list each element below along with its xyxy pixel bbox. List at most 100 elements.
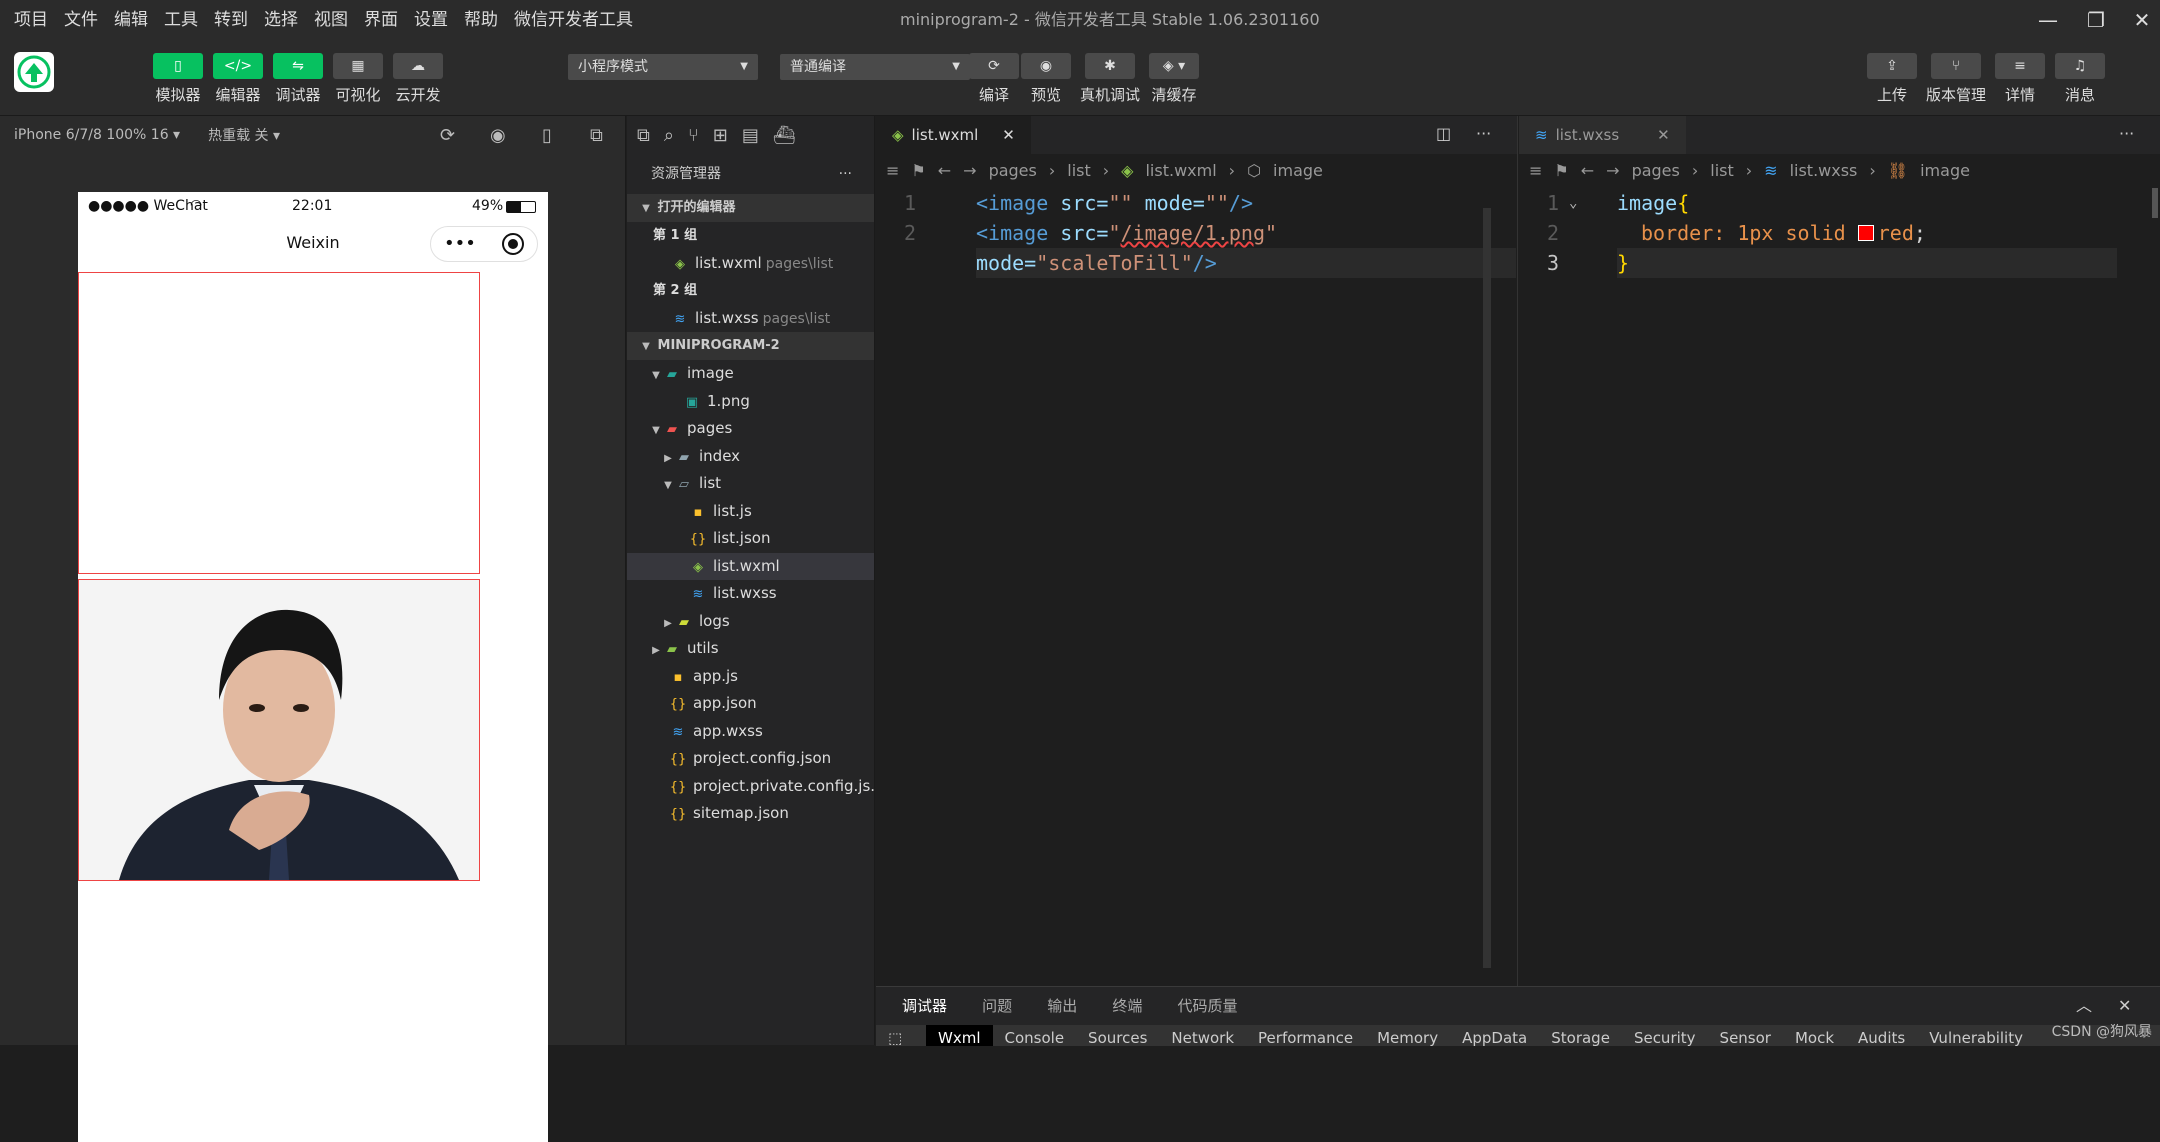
details-button[interactable]: ≡ 详情 (1994, 53, 2046, 109)
docker-icon[interactable]: ⛴ (773, 125, 796, 146)
clear-cache-button[interactable]: ◈ ▾ 清缓存 (1148, 53, 1200, 109)
crumb-pages[interactable]: pages (1632, 154, 1680, 188)
panel-tab-problems[interactable]: 问题 (982, 987, 1012, 1025)
devtab-console[interactable]: Console (993, 1025, 1077, 1046)
devtab-audits[interactable]: Audits (1846, 1025, 1917, 1046)
mode-select[interactable]: 小程序模式 ▼ (568, 54, 758, 80)
more-icon[interactable]: ··· (2119, 124, 2134, 143)
forward-icon[interactable]: → (1606, 154, 1619, 188)
scrollbar[interactable] (2152, 188, 2158, 218)
upload-button[interactable]: ⇪ 上传 (1866, 53, 1918, 109)
devtab-storage[interactable]: Storage (1539, 1025, 1622, 1046)
record-icon[interactable]: ◉ (490, 125, 506, 146)
phone-icon[interactable]: ▯ (542, 125, 552, 146)
simulator-button[interactable]: ▯ 模拟器 (152, 53, 204, 109)
crumb-file[interactable]: list.wxml (1145, 154, 1216, 188)
menu-goto[interactable]: 转到 (206, 0, 256, 40)
tree-item-app-json[interactable]: {} app.json (627, 690, 874, 718)
tree-item-list-json[interactable]: {} list.json (627, 525, 874, 553)
back-icon[interactable]: ← (938, 154, 951, 188)
real-device-debug-button[interactable]: ✱ 真机调试 (1080, 53, 1140, 109)
close-capsule-icon[interactable] (501, 233, 524, 255)
list-icon[interactable]: ≡ (1529, 154, 1542, 188)
tab-list-wxss[interactable]: ≋ list.wxss ✕ (1519, 116, 1686, 154)
cloud-button[interactable]: ☁ 云开发 (392, 53, 444, 109)
tree-item-list-js[interactable]: ▪ list.js (627, 498, 874, 526)
inspect-icon[interactable]: ⬚ (876, 1025, 926, 1046)
more-actions-icon[interactable]: ··· (839, 154, 852, 194)
project-section[interactable]: ▼ MINIPROGRAM-2 (627, 332, 874, 360)
devtab-sources[interactable]: Sources (1076, 1025, 1159, 1046)
code-area[interactable]: 1 ⌄ 2 3 image{ border: 1px solid red; } (1519, 188, 2160, 986)
tree-item-pages[interactable]: ▼ ▰ pages (627, 415, 874, 443)
avatar[interactable] (14, 52, 54, 92)
close-window-icon[interactable]: ✕ (2112, 0, 2160, 40)
close-icon[interactable]: ✕ (1002, 116, 1015, 154)
split-editor-icon[interactable]: ◫ (1436, 124, 1451, 143)
forward-icon[interactable]: → (963, 154, 976, 188)
tree-item-sitemap[interactable]: {} sitemap.json (627, 800, 874, 828)
close-icon[interactable]: ✕ (1657, 116, 1670, 154)
tree-item-app-js[interactable]: ▪ app.js (627, 663, 874, 691)
devtab-vulnerability[interactable]: Vulnerability (1917, 1025, 2035, 1046)
devtab-wxml[interactable]: Wxml (926, 1025, 993, 1046)
scrollbar[interactable] (1483, 208, 1491, 968)
menu-help[interactable]: 帮助 (456, 0, 506, 40)
menu-select[interactable]: 选择 (256, 0, 306, 40)
open-editors-section[interactable]: ▼ 打开的编辑器 (627, 194, 874, 222)
tree-item-1png[interactable]: ▣ 1.png (627, 388, 874, 416)
search-icon[interactable]: ⌕ (664, 125, 674, 146)
back-icon[interactable]: ← (1581, 154, 1594, 188)
tree-item-list-wxss[interactable]: ≋ list.wxss (627, 580, 874, 608)
tree-item-image[interactable]: ▼ ▰ image (627, 360, 874, 388)
tab-list-wxml[interactable]: ◈ list.wxml ✕ (876, 116, 1031, 154)
menu-view[interactable]: 视图 (306, 0, 356, 40)
devtab-memory[interactable]: Memory (1365, 1025, 1450, 1046)
tree-item-app-wxss[interactable]: ≋ app.wxss (627, 718, 874, 746)
open-editor-list-wxss[interactable]: ≋ list.wxss pages\list (627, 305, 874, 333)
crumb-symbol[interactable]: image (1920, 154, 1970, 188)
crumb-file[interactable]: list.wxss (1790, 154, 1858, 188)
storage-icon[interactable]: ▤ (742, 125, 759, 146)
tree-item-list[interactable]: ▼ ▱ list (627, 470, 874, 498)
menu-file[interactable]: 文件 (56, 0, 106, 40)
panel-tab-terminal[interactable]: 终端 (1112, 987, 1142, 1025)
chevron-up-icon[interactable]: ︿ (2076, 987, 2092, 1025)
compile-select[interactable]: 普通编译 ▼ (780, 54, 970, 80)
tree-item-logs[interactable]: ▶ ▰ logs (627, 608, 874, 636)
devtab-sensor[interactable]: Sensor (1708, 1025, 1783, 1046)
open-editor-list-wxml[interactable]: ◈ list.wxml pages\list (627, 250, 874, 278)
crumb-symbol[interactable]: image (1273, 154, 1323, 188)
color-swatch[interactable] (1857, 225, 1874, 241)
tree-item-utils[interactable]: ▶ ▰ utils (627, 635, 874, 663)
list-icon[interactable]: ≡ (886, 154, 899, 188)
visual-button[interactable]: ▦ 可视化 (332, 53, 384, 109)
panel-tab-code-quality[interactable]: 代码质量 (1177, 987, 1237, 1025)
extensions-icon[interactable]: ⊞ (713, 125, 728, 146)
editor-button[interactable]: </> 编辑器 (212, 53, 264, 109)
capsule-menu[interactable]: ••• (430, 226, 538, 262)
bookmark-icon[interactable]: ⚑ (911, 154, 925, 188)
crumb-pages[interactable]: pages (989, 154, 1037, 188)
menu-devtools[interactable]: 微信开发者工具 (506, 0, 641, 40)
rotate-icon[interactable]: ⟳ (440, 125, 455, 146)
menu-interface[interactable]: 界面 (356, 0, 406, 40)
debugger-button[interactable]: ⇋ 调试器 (272, 53, 324, 109)
code-area[interactable]: 1 2 <image src="" mode=""/> <image src="… (876, 188, 1517, 986)
menu-edit[interactable]: 编辑 (106, 0, 156, 40)
hot-reload-toggle[interactable]: 热重载 关 ▾ (208, 125, 280, 145)
device-select[interactable]: iPhone 6/7/8 100% 16 ▾ (14, 127, 180, 143)
tree-item-project-config[interactable]: {} project.config.json (627, 745, 874, 773)
bookmark-icon[interactable]: ⚑ (1554, 154, 1568, 188)
tree-item-index[interactable]: ▶ ▰ index (627, 443, 874, 471)
crumb-list[interactable]: list (1710, 154, 1734, 188)
popout-icon[interactable]: ⧉ (590, 125, 603, 146)
files-icon[interactable]: ⧉ (637, 125, 650, 146)
more-icon[interactable]: ··· (1476, 124, 1491, 143)
devtab-network[interactable]: Network (1159, 1025, 1246, 1046)
source-control-icon[interactable]: ⑂ (688, 125, 699, 146)
devtab-appdata[interactable]: AppData (1450, 1025, 1539, 1046)
tree-item-list-wxml[interactable]: ◈ list.wxml (627, 552, 874, 580)
menu-project[interactable]: 项目 (0, 0, 56, 40)
close-panel-icon[interactable]: ✕ (2118, 987, 2131, 1025)
